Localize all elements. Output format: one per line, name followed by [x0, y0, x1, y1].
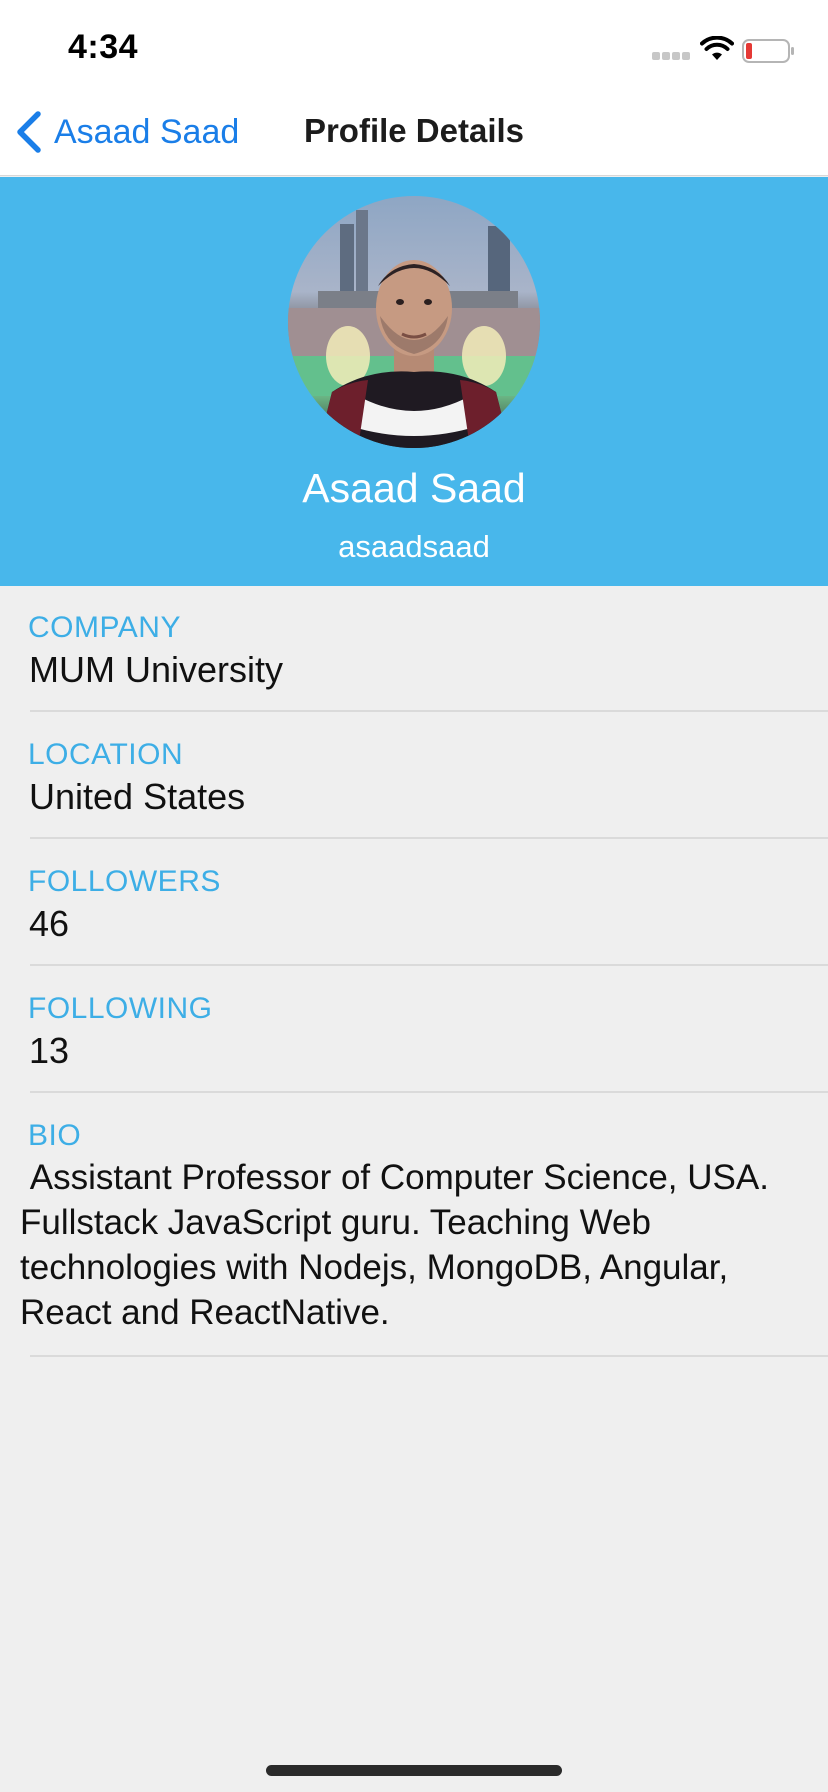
back-button-label: Asaad Saad — [54, 112, 240, 151]
profile-header: Asaad Saad asaadsaad — [0, 177, 828, 586]
back-button[interactable]: Asaad Saad — [14, 108, 239, 156]
bio-label: BIO — [28, 1119, 82, 1152]
company-label: COMPANY — [28, 611, 181, 644]
row-divider — [30, 964, 828, 966]
avatar — [288, 196, 540, 448]
cellular-signal-icon — [652, 52, 692, 62]
followers-value: 46 — [29, 903, 70, 944]
row-divider — [30, 1091, 828, 1093]
followers-row: FOLLOWERS 46 — [0, 840, 828, 967]
status-time: 4:34 — [68, 28, 139, 66]
navigation-bar: Profile Details Asaad Saad — [0, 88, 828, 176]
row-divider — [30, 1355, 828, 1357]
battery-icon — [742, 39, 794, 63]
bio-value: Assistant Professor of Computer Science,… — [20, 1158, 779, 1332]
home-indicator[interactable] — [266, 1765, 562, 1776]
status-bar: 4:34 — [0, 0, 828, 88]
company-value: MUM University — [29, 649, 284, 690]
profile-name: Asaad Saad — [302, 465, 526, 511]
row-divider — [30, 837, 828, 839]
profile-details-screen: 4:34 Profile Details Asaad Saad Asaad Sa… — [0, 0, 828, 1792]
wifi-icon — [700, 36, 734, 60]
following-row: FOLLOWING 13 — [0, 967, 828, 1094]
bio-row: BIO Assistant Professor of Computer Scie… — [0, 1094, 828, 1358]
chevron-left-icon — [17, 111, 41, 153]
location-value: United States — [29, 776, 246, 817]
avatar-photo — [288, 210, 540, 448]
location-label: LOCATION — [28, 738, 184, 771]
company-row: COMPANY MUM University — [0, 586, 828, 713]
row-divider — [30, 710, 828, 712]
profile-username: asaadsaad — [338, 529, 490, 564]
followers-label: FOLLOWERS — [28, 865, 221, 898]
following-value: 13 — [29, 1030, 70, 1071]
location-row: LOCATION United States — [0, 713, 828, 840]
following-label: FOLLOWING — [28, 992, 213, 1025]
